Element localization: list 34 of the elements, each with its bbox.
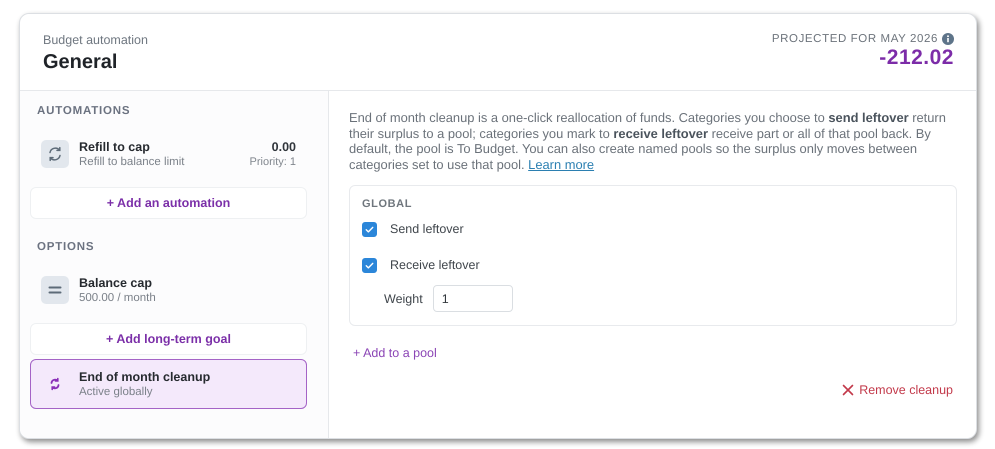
header-eyebrow: Budget automation xyxy=(43,33,148,47)
sidebar-item[interactable]: Refill to cap Refill to balance limit 0.00 Priority: 1 xyxy=(30,129,307,179)
add-pool-link[interactable]: + Add to a pool xyxy=(353,346,437,360)
item-title: End of month cleanup xyxy=(79,370,212,384)
sidebar-item[interactable]: End of month cleanup Active globally xyxy=(30,359,307,409)
section-heading: OPTIONS xyxy=(36,241,96,253)
page-title: General xyxy=(43,51,118,74)
remove-cleanup-button[interactable]: Remove cleanup xyxy=(842,383,953,397)
projection-value: -212.02 xyxy=(879,46,954,70)
refresh-icon xyxy=(41,140,69,168)
item-subtitle: Active globally xyxy=(79,386,154,398)
section-heading: AUTOMATIONS xyxy=(36,105,132,117)
close-icon xyxy=(842,384,854,396)
sidebar-item[interactable]: Balance cap 500.00 / month xyxy=(30,265,307,315)
item-subtitle: 500.00 / month xyxy=(79,292,157,304)
item-title: Balance cap xyxy=(79,276,153,290)
equals-icon xyxy=(41,276,69,304)
pool-heading: GLOBAL xyxy=(362,198,414,210)
item-subtitle: Refill to balance limit xyxy=(79,156,186,168)
checkbox-label: Receive leftover xyxy=(390,258,480,272)
projection-label: PROJECTED FOR MAY 2026 xyxy=(772,33,938,45)
item-amount: 0.00 xyxy=(272,140,296,154)
description-text: End of month cleanup is a one-click reallocation of funds. Categories you choose to send leftover return their surplus to a pool; categories you mark to receive leftover receive part or all of that pool back. By default, the pool is To Budget. You can also create named pools so the surplus only moves between categories set to use that pool. Learn more xyxy=(349,110,947,172)
item-priority: Priority: 1 xyxy=(250,156,296,168)
add-button[interactable]: + Add an automation xyxy=(30,187,307,219)
add-button[interactable]: + Add long-term goal xyxy=(30,323,307,355)
item-title: Refill to cap xyxy=(79,140,151,154)
weight-label: Weight xyxy=(384,292,423,306)
checkbox[interactable] xyxy=(362,222,377,236)
learn-more-link[interactable]: Learn more xyxy=(528,156,594,172)
checkbox-label: Send leftover xyxy=(390,222,464,236)
checkbox[interactable] xyxy=(362,258,377,272)
info-icon[interactable] xyxy=(942,33,954,45)
weight-field[interactable]: 1 xyxy=(432,285,513,312)
